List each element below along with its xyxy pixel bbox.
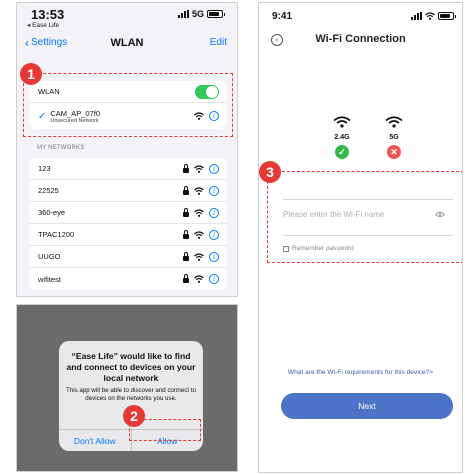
dont-allow-button[interactable]: Don't Allow [59,430,131,451]
next-button[interactable]: Next [281,393,453,419]
lock-icon [183,229,189,239]
network-row[interactable]: UUGO i [29,246,227,268]
page-title: Wi-Fi Connection [315,33,406,45]
wlan-settings-screen: 13:53 ◂ Ease Life 5G ‹ Settings WLAN Edi… [16,2,238,297]
wifi-icon [194,252,204,261]
status-indicators: 5G [177,9,225,19]
wifi-icon [425,12,435,20]
page-title: WLAN [110,37,144,49]
network-list: 123 i 22525 i 360-eye i TPAC1200 i UUGO … [29,158,227,290]
network-row[interactable]: TPAC1200 i [29,224,227,246]
lock-icon [183,207,189,217]
step3-badge: 3 [259,161,281,183]
edit-button[interactable]: Edit [210,37,227,48]
check-icon: ✓ [335,145,349,159]
info-icon[interactable]: i [209,229,219,240]
battery-icon [438,12,456,20]
info-icon[interactable]: i [209,185,219,196]
wifi-icon [194,208,204,217]
wifi-connection-screen: 9:41 ‹ Wi-Fi Connection 2.4G ✓ 5G ✕ Reme… [258,2,463,473]
step1-highlight [23,73,233,137]
network-type: 5G [191,9,204,19]
network-name: wifitest [38,274,61,284]
wifi-icon [333,116,351,128]
lock-icon [183,251,189,261]
network-name: 360-eye [38,208,66,217]
network-row[interactable]: 123 i [29,158,227,180]
network-name: 22525 [38,186,59,195]
network-name: TPAC1200 [38,230,75,239]
wifi-icon [385,116,403,128]
alert-title: “Ease Life” would like to find and conne… [66,351,196,383]
info-icon[interactable]: i [209,251,219,262]
wifi-requirements-link[interactable]: What are the Wi-Fi requirements for this… [259,369,462,376]
network-name: 123 [38,164,51,173]
status-time: 9:41 [272,11,293,22]
status-bar: 13:53 ◂ Ease Life 5G [17,3,237,31]
lock-icon [183,163,189,173]
band-label: 2.4G [334,134,350,141]
status-time: 13:53 [31,7,65,22]
signal-icon [411,12,422,20]
wifi-icon [194,186,204,195]
network-row[interactable]: 360-eye i [29,202,227,224]
band-5g: 5G ✕ [379,115,409,159]
band-label: 5G [389,134,399,141]
back-to-app-link[interactable]: ◂ Ease Life [27,21,59,29]
cross-icon: ✕ [387,145,401,159]
wifi-icon [194,275,204,283]
band-24g: 2.4G ✓ [327,115,357,159]
step1-badge: 1 [20,63,42,85]
status-indicators [411,12,456,20]
network-row[interactable]: wifitest i [29,268,227,290]
lock-icon [183,185,189,195]
network-name: UUGO [38,252,61,261]
permission-screen: “Ease Life” would like to find and conne… [16,304,238,472]
section-header: MY NETWORKS [37,145,85,151]
network-row[interactable]: 22525 i [29,180,227,202]
battery-icon [207,10,225,18]
info-icon[interactable]: i [209,274,219,284]
step2-badge: 2 [123,405,145,427]
wifi-icon [194,164,204,173]
signal-icon [177,10,189,18]
info-icon[interactable]: i [209,207,219,218]
wifi-icon [194,230,204,239]
nav-bar: ‹ Settings WLAN Edit [17,33,237,57]
alert-message: This app will be able to discover and co… [65,387,196,402]
step3-highlight [267,171,462,263]
lock-icon [183,274,189,283]
info-icon[interactable]: i [209,163,219,174]
